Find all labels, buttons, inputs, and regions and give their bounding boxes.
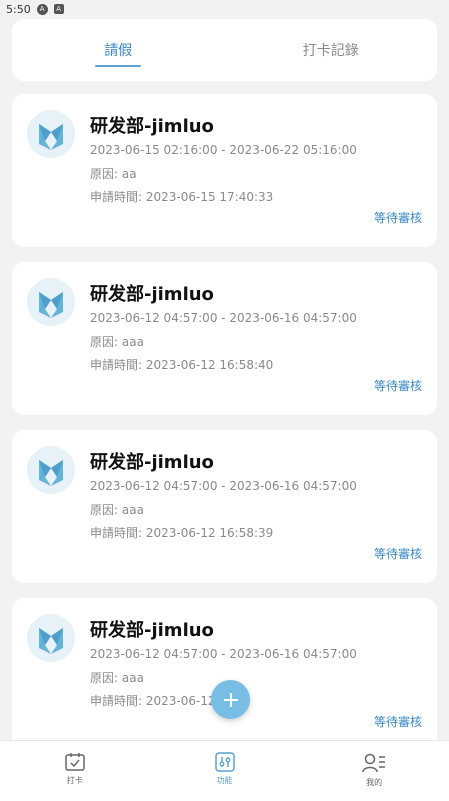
- tab-clock-records[interactable]: 打卡記錄: [225, 19, 438, 81]
- leave-request-list: 研发部-jimluo 2023-06-15 02:16:00 - 2023-06…: [12, 94, 437, 766]
- bottom-nav: 打卡 功能 我的: [0, 740, 449, 801]
- leave-request-card[interactable]: 研发部-jimluo 2023-06-15 02:16:00 - 2023-06…: [12, 94, 437, 247]
- card-title: 研发部-jimluo: [90, 116, 214, 137]
- nav-item-clock-in[interactable]: 打卡: [0, 741, 150, 801]
- apply-time: 申請時間: 2023-06-12 1: [90, 694, 228, 708]
- leave-request-card[interactable]: 研发部-jimluo 2023-06-12 04:57:00 - 2023-06…: [12, 598, 437, 751]
- leave-request-card[interactable]: 研发部-jimluo 2023-06-12 04:57:00 - 2023-06…: [12, 430, 437, 583]
- leave-period: 2023-06-15 02:16:00 - 2023-06-22 05:16:0…: [90, 143, 357, 157]
- status-badge: 等待審核: [373, 379, 422, 393]
- avatar-icon: [27, 614, 75, 662]
- calendar-check-icon: [65, 753, 85, 771]
- plus-icon: [223, 692, 238, 707]
- nav-item-functions[interactable]: 功能: [150, 741, 300, 801]
- notification-badge-icon: A: [53, 4, 64, 14]
- leave-reason: 原因: aaa: [90, 503, 144, 517]
- leave-reason: 原因: aaa: [90, 335, 144, 349]
- leave-period: 2023-06-12 04:57:00 - 2023-06-16 04:57:0…: [90, 479, 357, 493]
- status-bar: 5:50 A A: [0, 0, 449, 18]
- status-time: 5:50: [6, 2, 31, 16]
- status-badge: 等待審核: [373, 211, 422, 225]
- apply-time: 申請時間: 2023-06-12 16:58:40: [90, 358, 274, 372]
- leave-period: 2023-06-12 04:57:00 - 2023-06-16 04:57:0…: [90, 647, 357, 661]
- nav-label: 我的: [366, 778, 383, 787]
- leave-reason: 原因: aaa: [90, 671, 144, 685]
- tab-bar: 請假 打卡記錄: [12, 19, 437, 81]
- leave-period: 2023-06-12 04:57:00 - 2023-06-16 04:57:0…: [90, 311, 357, 325]
- status-badge: 等待審核: [373, 715, 422, 729]
- tab-leave[interactable]: 請假: [12, 19, 225, 81]
- user-list-icon: [362, 753, 386, 773]
- card-title: 研发部-jimluo: [90, 452, 214, 473]
- sliders-icon: [214, 752, 235, 772]
- nav-item-profile[interactable]: 我的: [299, 741, 449, 801]
- add-leave-button[interactable]: [211, 680, 250, 719]
- nav-label: 功能: [216, 776, 233, 785]
- app-notification-icon: A: [36, 3, 48, 15]
- card-title: 研发部-jimluo: [90, 284, 214, 305]
- status-badge: 等待審核: [373, 547, 422, 561]
- apply-time: 申請時間: 2023-06-15 17:40:33: [90, 190, 274, 204]
- nav-label: 打卡: [66, 776, 83, 785]
- apply-time: 申請時間: 2023-06-12 16:58:39: [90, 526, 274, 540]
- card-title: 研发部-jimluo: [90, 620, 214, 641]
- avatar-icon: [27, 278, 75, 326]
- avatar-icon: [27, 110, 75, 158]
- leave-request-card[interactable]: 研发部-jimluo 2023-06-12 04:57:00 - 2023-06…: [12, 262, 437, 415]
- leave-reason: 原因: aa: [90, 167, 137, 181]
- avatar-icon: [27, 446, 75, 494]
